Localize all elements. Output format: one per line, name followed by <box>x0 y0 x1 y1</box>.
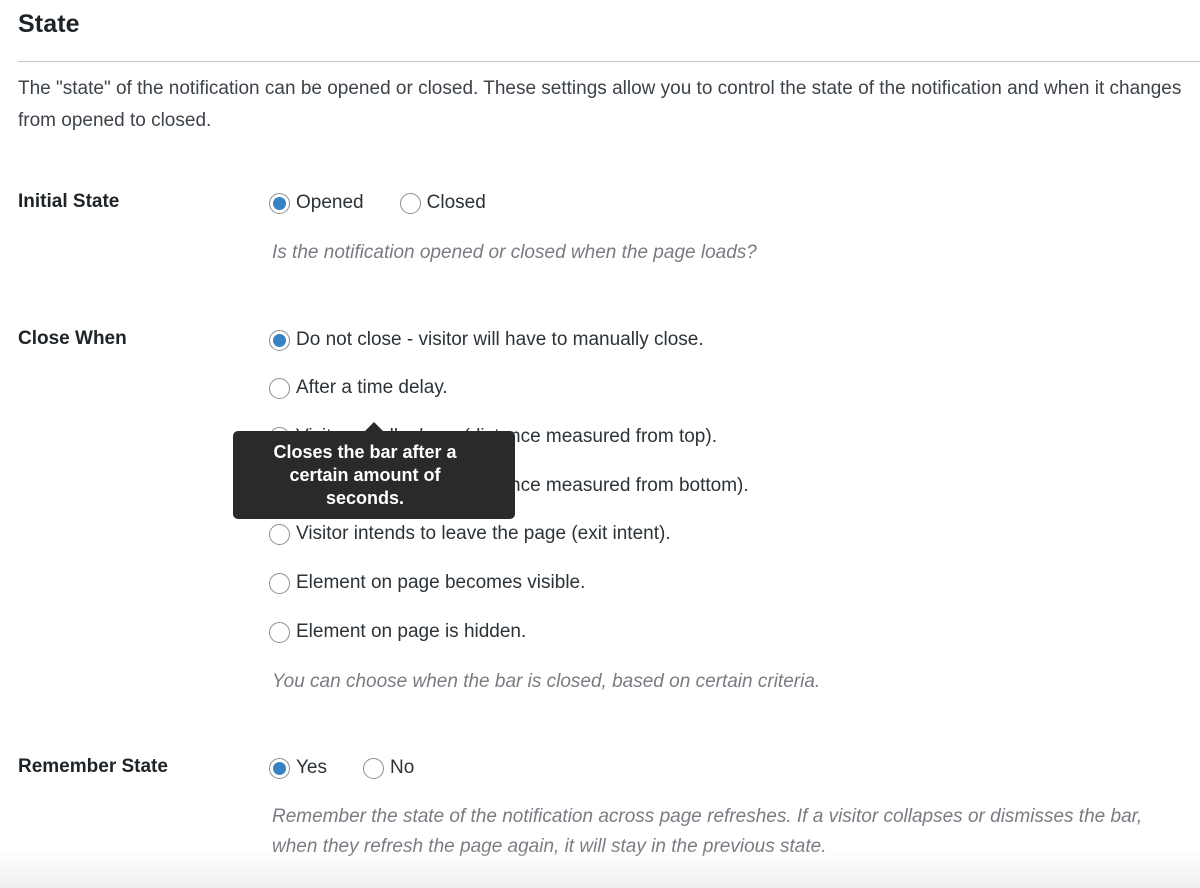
radio-button-checked[interactable] <box>269 192 290 214</box>
option-label: No <box>390 757 415 778</box>
radio-button[interactable] <box>269 523 290 545</box>
remember-state-help: Remember the state of the notification a… <box>272 806 1143 857</box>
close-when-help: You can choose when the bar is closed, b… <box>272 671 821 692</box>
radio-button[interactable] <box>399 192 421 214</box>
radio-button[interactable] <box>363 757 384 779</box>
initial-state-help: Is the notification opened or closed whe… <box>272 242 757 263</box>
close-when-option-element-visible[interactable]: Element on page becomes visible. <box>269 570 585 596</box>
option-label: Element on page becomes visible. <box>296 572 586 593</box>
remember-state-option-yes[interactable]: Yes <box>269 757 327 779</box>
close-when-option-element-hidden[interactable]: Element on page is hidden. <box>269 619 526 645</box>
radio-button[interactable] <box>269 572 290 594</box>
option-label: After a time delay. <box>296 377 448 398</box>
tooltip: Closes the bar after a certain amount of… <box>233 422 515 519</box>
remember-state-radio-group: Yes No <box>269 755 414 781</box>
initial-state-option-opened[interactable]: Opened <box>269 192 364 214</box>
close-when-option-exit-intent[interactable]: Visitor intends to leave the page (exit … <box>269 521 671 547</box>
section-divider <box>18 61 1200 62</box>
option-label: Do not close - visitor will have to manu… <box>296 329 704 350</box>
initial-state-radio-group: Opened Closed <box>269 190 486 216</box>
close-when-option-do-not-close[interactable]: Do not close - visitor will have to manu… <box>269 327 704 353</box>
remember-state-label: Remember State <box>18 756 168 777</box>
section-description: The "state" of the notification can be o… <box>18 78 1182 131</box>
tooltip-text: Closes the bar after a certain amount of… <box>273 442 457 508</box>
close-when-label: Close When <box>18 328 127 349</box>
option-label: Closed <box>426 192 486 213</box>
radio-button[interactable] <box>269 621 290 643</box>
remember-state-option-no[interactable]: No <box>363 757 414 779</box>
option-label: Yes <box>296 757 327 778</box>
close-when-option-time-delay[interactable]: After a time delay. <box>269 375 448 401</box>
radio-button-checked[interactable] <box>269 329 290 351</box>
radio-button[interactable] <box>269 377 290 399</box>
initial-state-label: Initial State <box>18 191 120 212</box>
initial-state-option-closed[interactable]: Closed <box>399 192 486 214</box>
section-title: State <box>18 10 80 38</box>
option-label: Element on page is hidden. <box>296 621 527 642</box>
option-label: Opened <box>296 192 364 213</box>
option-label: Visitor intends to leave the page (exit … <box>296 523 671 544</box>
radio-button-checked[interactable] <box>269 757 290 779</box>
